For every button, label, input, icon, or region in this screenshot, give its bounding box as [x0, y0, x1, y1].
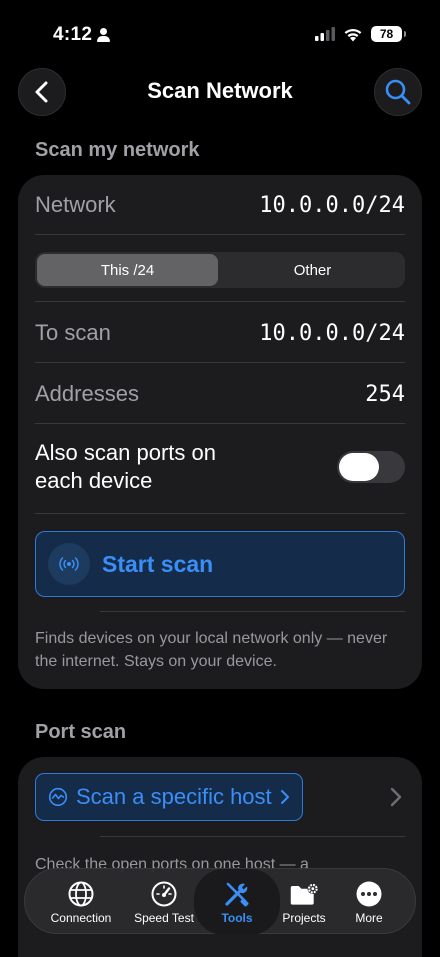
start-scan-label: Start scan [102, 550, 214, 577]
ports-toggle-label: Also scan ports on each device [35, 440, 216, 493]
segment-this-24[interactable]: This /24 [37, 254, 218, 286]
tab-label: Projects [282, 911, 326, 925]
divider [35, 423, 405, 424]
to-scan-row: To scan 10.0.0.0/24 [35, 315, 405, 351]
wifi-icon [344, 28, 362, 41]
start-scan-button[interactable]: Start scan [35, 531, 405, 597]
to-scan-label: To scan [35, 320, 111, 345]
range-segmented-control: This /24 Other [35, 252, 405, 288]
network-value: 10.0.0.0/24 [259, 192, 405, 218]
addresses-value: 254 [365, 381, 405, 407]
divider [35, 513, 405, 514]
section-header-scan: Scan my network [35, 139, 200, 161]
activity-icon [48, 787, 68, 807]
ports-toggle[interactable] [337, 451, 405, 483]
status-bar: 4:12 78 [0, 0, 440, 66]
divider [35, 362, 405, 363]
tab-label: Connection [50, 911, 112, 925]
network-label: Network [35, 192, 116, 217]
search-button[interactable] [374, 68, 422, 116]
to-scan-value: 10.0.0.0/24 [259, 320, 405, 346]
scan-host-button[interactable]: Scan a specific host [35, 773, 303, 821]
tab-connection[interactable]: Connection [43, 869, 119, 935]
status-time: 4:12 [53, 24, 111, 46]
broadcast-icon [48, 543, 90, 585]
scan-host-label: Scan a specific host [76, 784, 272, 809]
toggle-knob [339, 453, 379, 481]
network-row: Network 10.0.0.0/24 [35, 187, 405, 223]
tab-bar: Connection Speed Test Tools Projects Mor… [24, 868, 416, 935]
tab-speed-test[interactable]: Speed Test [126, 869, 202, 935]
status-indicators: 78 [315, 26, 406, 42]
battery-level: 78 [379, 27, 394, 41]
tab-label: Speed Test [134, 911, 194, 925]
segment-other[interactable]: Other [222, 254, 403, 286]
divider [35, 234, 405, 235]
battery-icon: 78 [371, 26, 406, 42]
speedometer-icon [149, 879, 179, 909]
scan-footnote: Finds devices on your local network only… [35, 630, 388, 670]
chevron-right-icon [280, 790, 289, 804]
divider [100, 836, 405, 837]
tab-more[interactable]: More [331, 869, 407, 935]
tab-label: More [355, 911, 383, 925]
search-icon [385, 79, 411, 105]
folder-gear-icon [289, 879, 319, 909]
row-chevron-icon[interactable] [390, 787, 402, 807]
addresses-row: Addresses 254 [35, 376, 405, 412]
divider [35, 301, 405, 302]
scan-card: Network 10.0.0.0/24 This /24 Other To sc… [18, 175, 422, 689]
ellipsis-icon [354, 879, 384, 909]
person-icon [97, 28, 111, 42]
time-text: 4:12 [53, 24, 93, 45]
divider [100, 611, 405, 612]
cellular-signal-icon [315, 27, 335, 41]
section-header-port-scan: Port scan [35, 721, 127, 743]
globe-icon [66, 879, 96, 909]
ports-toggle-row: Also scan ports on each device [35, 437, 405, 497]
tools-icon [222, 879, 252, 909]
addresses-label: Addresses [35, 381, 139, 406]
tab-label: Tools [221, 911, 253, 925]
